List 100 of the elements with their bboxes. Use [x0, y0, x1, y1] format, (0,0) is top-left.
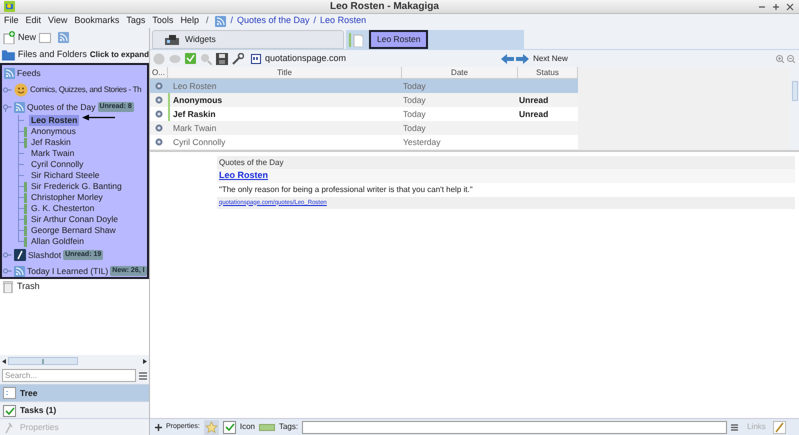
table-cell-text: Cyril Connolly: [172, 136, 226, 148]
color-swatch[interactable]: [258, 424, 275, 430]
article-title-link[interactable]: Leo Rosten: [219, 169, 268, 183]
wrench-icon[interactable]: [232, 52, 244, 64]
click-to-expand-hint[interactable]: Click to expand: [90, 49, 149, 61]
expand-icon[interactable]: [3, 86, 12, 94]
tab[interactable]: Widgets: [152, 30, 344, 49]
files-and-folders-label[interactable]: Files and Folders: [18, 48, 87, 62]
selected-row[interactable]: Leo Rosten Today: [150, 79, 578, 93]
tree-item[interactable]: Jef Raskin: [29, 137, 73, 148]
search-field[interactable]: Search...: [2, 369, 136, 382]
column-header[interactable]: Status: [518, 67, 578, 78]
feed-name: Quotes of the Day: [217, 156, 795, 169]
horizontal-scrollbar[interactable]: [8, 357, 78, 365]
tags-label: Tags:: [278, 421, 298, 433]
folder-icon: [2, 49, 15, 61]
circle-icon[interactable]: [153, 52, 165, 64]
widgets-icon: [163, 34, 179, 46]
app-logo-icon: [4, 1, 15, 12]
breadcrumb-link[interactable]: Quotes of the Day: [236, 14, 310, 28]
tree-item[interactable]: G. K. Chesterton: [29, 203, 96, 214]
menu-item[interactable]: Help: [180, 14, 199, 28]
menu-icon[interactable]: [139, 372, 147, 380]
menu-item[interactable]: Bookmarks: [74, 14, 120, 28]
calendar-check-icon[interactable]: [222, 420, 236, 434]
speech-bubble-icon[interactable]: [169, 54, 181, 64]
tree-item[interactable]: George Bernard Shaw: [29, 225, 118, 236]
save-icon[interactable]: [216, 52, 228, 64]
tree-item[interactable]: Feeds: [17, 67, 41, 80]
tab[interactable]: Leo Rosten: [346, 30, 524, 49]
tree-item[interactable]: Today I Learned (TIL): [27, 264, 108, 278]
arrow-annotation: [82, 114, 115, 121]
tree-item[interactable]: Slashdot: [28, 248, 62, 262]
zoom-in-icon[interactable]: [776, 54, 784, 62]
zoom-out-icon[interactable]: [787, 54, 795, 62]
table-cell-text: Anonymous: [172, 94, 224, 106]
breadcrumb-link[interactable]: Leo Rosten: [320, 14, 366, 28]
plus-icon[interactable]: [155, 424, 162, 430]
list-icon: [3, 387, 16, 399]
side-tab[interactable]: Tree: [0, 384, 149, 401]
scroll-right-icon[interactable]: [143, 358, 147, 364]
tree-item[interactable]: Sir Frederick G. Banting: [29, 181, 124, 192]
column-header[interactable]: Date: [402, 67, 518, 78]
table-cell-text: Today: [402, 80, 427, 92]
menu-item[interactable]: Tags: [126, 14, 146, 28]
tree-item[interactable]: Sir Richard Steele: [29, 170, 102, 181]
breadcrumb-separator: /: [314, 14, 316, 28]
expand-icon[interactable]: [3, 266, 12, 276]
back-arrow-icon[interactable]: [501, 54, 514, 64]
close-icon[interactable]: [786, 3, 794, 11]
tree-item[interactable]: Comics, Quizzes, and Stories - Th: [30, 84, 142, 96]
tree-item[interactable]: Mark Twain: [29, 148, 76, 159]
table-cell-text: Today: [402, 108, 427, 120]
window-title: Leo Rosten - Makagiga: [330, 0, 439, 14]
new-button[interactable]: New: [3, 30, 36, 44]
table-cell-text: Today: [402, 94, 427, 106]
rss-icon[interactable]: [58, 32, 70, 43]
tree-item[interactable]: Sir Arthur Conan Doyle: [29, 214, 120, 225]
table-cell-text: Unread: [518, 108, 550, 120]
new-file-icon: [3, 31, 16, 44]
site-link[interactable]: quotationspage.com: [265, 52, 346, 66]
star-icon[interactable]: [204, 420, 219, 434]
tree-item[interactable]: Leo Rosten: [29, 115, 80, 126]
side-tab[interactable]: Tasks (1): [0, 401, 149, 418]
vertical-scrollbar[interactable]: [790, 67, 799, 150]
table-row[interactable]: Cyril Connolly Yesterday: [150, 135, 578, 149]
tree-item[interactable]: Anonymous: [29, 126, 78, 137]
tree-item[interactable]: Allan Goldfein: [29, 236, 86, 247]
menu-item[interactable]: Edit: [26, 14, 42, 28]
maximize-icon[interactable]: [772, 3, 780, 11]
scroll-left-icon[interactable]: [2, 358, 6, 364]
column-header[interactable]: Title: [168, 67, 402, 78]
menu-icon[interactable]: [731, 424, 738, 430]
tags-field[interactable]: [302, 420, 728, 434]
checkmark-icon[interactable]: [185, 53, 196, 64]
menu-item[interactable]: File: [4, 14, 19, 28]
tree-item[interactable]: Christopher Morley: [29, 192, 105, 203]
next-new-button[interactable]: Next New: [533, 52, 568, 64]
table-row[interactable]: Jef Raskin Today Unread: [150, 107, 578, 121]
collapse-icon[interactable]: [3, 102, 12, 112]
tree-item[interactable]: Quotes of the Day: [27, 100, 96, 114]
smiley-icon: [14, 83, 28, 97]
rss-icon: [14, 266, 25, 276]
breadcrumb-separator: /: [206, 14, 208, 28]
magnifier-icon[interactable]: [200, 52, 212, 64]
icon-label: Icon: [240, 421, 255, 433]
checklist-icon: [3, 404, 16, 416]
rss-icon: [215, 16, 226, 26]
pencil-icon[interactable]: [772, 420, 786, 434]
menu-item[interactable]: Tools: [152, 14, 174, 28]
table-cell-text: Jef Raskin: [172, 108, 217, 120]
tree-item[interactable]: Cyril Connolly: [29, 159, 86, 170]
menu-item[interactable]: View: [48, 14, 68, 28]
tree-item[interactable]: Trash: [17, 280, 40, 294]
forward-arrow-icon[interactable]: [516, 54, 530, 64]
expand-icon[interactable]: [3, 250, 12, 260]
rss-icon: [14, 102, 25, 112]
trash-icon: [3, 281, 13, 293]
column-header[interactable]: O...: [150, 67, 168, 78]
table-cell-text: Yesterday: [402, 136, 442, 148]
